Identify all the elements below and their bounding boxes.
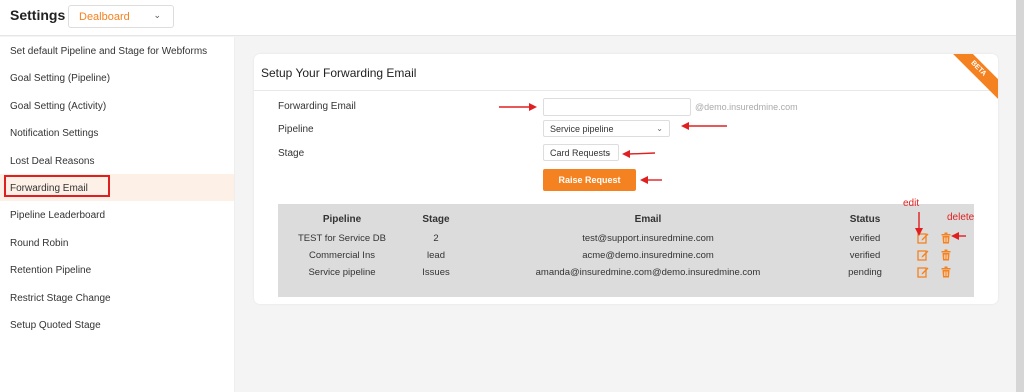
annotation-delete: delete [947,212,975,223]
annotation-edit: edit [903,198,920,209]
window-edge [1016,0,1024,392]
arrow-stage [628,152,656,155]
annotation-arrows [499,103,966,240]
